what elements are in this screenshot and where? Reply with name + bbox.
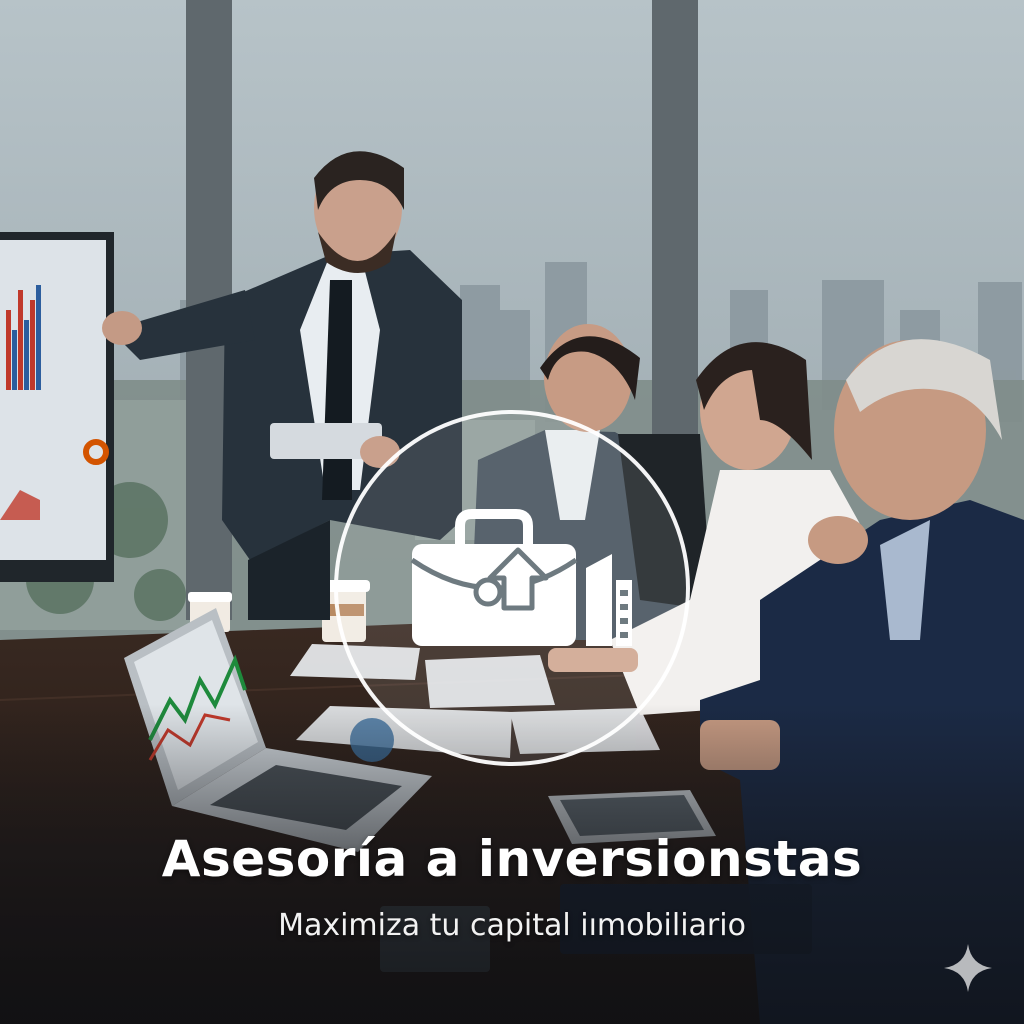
- investment-badge: [334, 410, 690, 766]
- sparkle-icon: [944, 944, 992, 992]
- headline: Asesoría a inversionstas: [161, 830, 863, 888]
- briefcase-growth-arrow-building-icon: [410, 509, 632, 646]
- tagline: Maximiza tu capital iımobiliario: [278, 908, 746, 943]
- hero-image: Asesoría a inversionstas Maximiza tu cap…: [0, 0, 1024, 1024]
